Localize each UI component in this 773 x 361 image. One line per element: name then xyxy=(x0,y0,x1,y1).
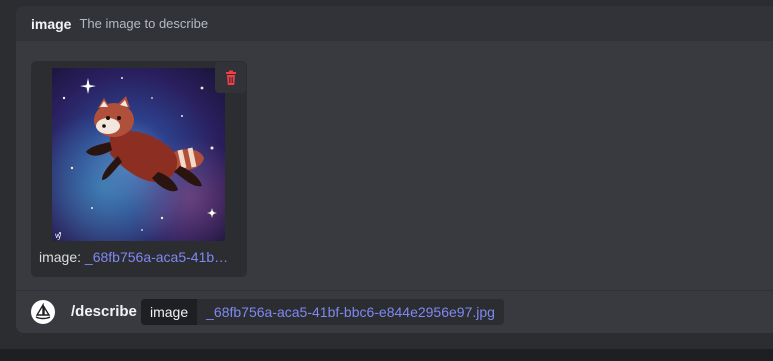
parameter-value[interactable]: _68fb756a-aca5-41bf-bbc6-e844e2956e97.jp… xyxy=(197,299,504,325)
midjourney-sailboat-icon xyxy=(35,303,51,320)
red-panda-image: ꝡ xyxy=(52,68,225,241)
attachment-filename[interactable]: _68fb756a-aca5-41b… xyxy=(85,249,228,265)
caption-prefix: image: xyxy=(39,249,82,265)
command-input-bar[interactable]: /describe image _68fb756a-aca5-41bf-bbc6… xyxy=(16,290,773,333)
attachment-image[interactable]: ꝡ xyxy=(52,68,225,241)
option-description: The image to describe xyxy=(79,16,209,31)
parameter-key[interactable]: image xyxy=(141,299,198,325)
bottom-divider xyxy=(0,349,773,361)
command-options-panel: image The image to describe ꝡ image: _68… xyxy=(16,6,773,333)
command-name: /describe xyxy=(71,303,137,320)
svg-text:ꝡ: ꝡ xyxy=(55,231,62,240)
attachment-caption: image: _68fb756a-aca5-41b… xyxy=(39,249,244,265)
command-parameter-pill[interactable]: image _68fb756a-aca5-41bf-bbc6-e844e2956… xyxy=(141,299,504,325)
trash-icon xyxy=(225,70,236,85)
option-header: image The image to describe xyxy=(16,6,773,41)
delete-attachment-button[interactable] xyxy=(215,62,246,93)
attachment-card[interactable]: ꝡ image: _68fb756a-aca5-41b… xyxy=(31,61,247,277)
option-name: image xyxy=(31,15,72,32)
bot-avatar xyxy=(31,300,55,324)
app-window: image The image to describe ꝡ image: _68… xyxy=(0,0,773,361)
